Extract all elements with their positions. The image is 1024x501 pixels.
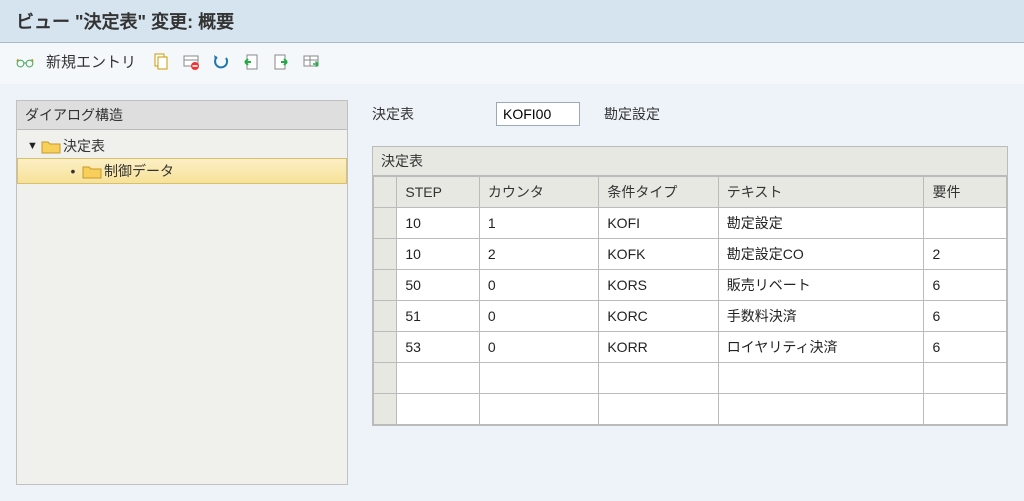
page-arrow-left-icon [242, 53, 260, 71]
cell-ctype[interactable]: KORC [599, 301, 718, 332]
row-selector[interactable] [374, 208, 397, 239]
deselect-all-button[interactable] [272, 53, 290, 71]
cell-ctype[interactable]: KORS [599, 270, 718, 301]
cell-text[interactable]: ロイヤリティ決済 [718, 332, 924, 363]
folder-icon [41, 139, 59, 153]
col-step-header[interactable]: STEP [397, 177, 480, 208]
col-counter-header[interactable]: カウンタ [479, 177, 598, 208]
grid-panel: 決定表 STEP カウンタ 条件タイプ テキスト 要件 101KOFI勘定設定1… [372, 146, 1008, 426]
page-title: ビュー "決定表" 変更: 概要 [0, 0, 1024, 43]
cell-req[interactable]: 6 [924, 332, 1007, 363]
cell-counter[interactable]: 0 [479, 270, 598, 301]
cell-req[interactable]: 6 [924, 301, 1007, 332]
table-row[interactable]: 500KORS販売リベート6 [374, 270, 1007, 301]
tree-node-decision-table[interactable]: ▼ 決定表 [17, 134, 347, 158]
undo-icon [212, 53, 230, 71]
cell-counter[interactable]: 0 [479, 332, 598, 363]
cell-text[interactable]: 手数料決済 [718, 301, 924, 332]
cell-text[interactable]: 販売リベート [718, 270, 924, 301]
undo-button[interactable] [212, 53, 230, 71]
cell-req[interactable]: 2 [924, 239, 1007, 270]
cell-step[interactable]: 10 [397, 208, 480, 239]
cell-counter[interactable]: 1 [479, 208, 598, 239]
display-toggle-button[interactable] [16, 53, 34, 71]
table-row-empty[interactable] [374, 394, 1007, 425]
cell-step[interactable]: 51 [397, 301, 480, 332]
table-row[interactable]: 530KORRロイヤリティ決済6 [374, 332, 1007, 363]
decision-table-desc: 勘定設定 [604, 104, 660, 124]
row-selector[interactable] [374, 239, 397, 270]
cell-text[interactable]: 勘定設定 [718, 208, 924, 239]
page-arrow-right-icon [272, 53, 290, 71]
copy-button[interactable] [152, 53, 170, 71]
right-panel: 決定表 勘定設定 決定表 STEP カウンタ 条件タイプ テキスト 要件 [372, 100, 1008, 485]
decision-table-grid[interactable]: STEP カウンタ 条件タイプ テキスト 要件 101KOFI勘定設定102KO… [373, 176, 1007, 425]
cell-ctype[interactable]: KORR [599, 332, 718, 363]
row-selector[interactable] [374, 301, 397, 332]
grid-header-row: STEP カウンタ 条件タイプ テキスト 要件 [374, 177, 1007, 208]
col-text-header[interactable]: テキスト [718, 177, 924, 208]
cell-counter[interactable]: 0 [479, 301, 598, 332]
tree-label: 制御データ [104, 161, 174, 181]
tree-body: ▼ 決定表 • 制御データ [17, 130, 347, 188]
tree-node-control-data[interactable]: • 制御データ [17, 158, 347, 184]
table-row-empty[interactable] [374, 363, 1007, 394]
select-all-button[interactable] [242, 53, 260, 71]
cell-step[interactable]: 53 [397, 332, 480, 363]
bullet-icon: • [68, 163, 78, 179]
delete-button[interactable] [182, 53, 200, 71]
configure-button[interactable] [302, 53, 320, 71]
cell-req[interactable]: 6 [924, 270, 1007, 301]
header-line: 決定表 勘定設定 [372, 100, 1008, 126]
decision-table-label: 決定表 [372, 104, 472, 124]
copy-pages-icon [152, 53, 170, 71]
decision-table-input[interactable] [496, 102, 580, 126]
cell-ctype[interactable]: KOFI [599, 208, 718, 239]
cell-req[interactable] [924, 208, 1007, 239]
caret-down-icon: ▼ [27, 140, 37, 152]
col-ctype-header[interactable]: 条件タイプ [599, 177, 718, 208]
cell-step[interactable]: 10 [397, 239, 480, 270]
tree-header: ダイアログ構造 [17, 101, 347, 130]
col-req-header[interactable]: 要件 [924, 177, 1007, 208]
row-selector[interactable] [374, 363, 397, 394]
folder-icon [82, 164, 100, 178]
table-row[interactable]: 101KOFI勘定設定 [374, 208, 1007, 239]
tree-label: 決定表 [63, 136, 105, 156]
delete-row-icon [182, 53, 200, 71]
row-selector[interactable] [374, 332, 397, 363]
table-row[interactable]: 102KOFK勘定設定CO2 [374, 239, 1007, 270]
toolbar: 新規エントリ [0, 43, 1024, 84]
cell-ctype[interactable]: KOFK [599, 239, 718, 270]
new-entry-label: 新規エントリ [46, 51, 136, 72]
row-selector[interactable] [374, 394, 397, 425]
table-settings-icon [302, 53, 320, 71]
grid-title: 決定表 [373, 147, 1007, 176]
dialog-structure-panel: ダイアログ構造 ▼ 決定表 • 制御データ [16, 100, 348, 485]
grid-select-all-header[interactable] [374, 177, 397, 208]
glasses-icon [16, 53, 34, 71]
cell-step[interactable]: 50 [397, 270, 480, 301]
row-selector[interactable] [374, 270, 397, 301]
cell-counter[interactable]: 2 [479, 239, 598, 270]
cell-text[interactable]: 勘定設定CO [718, 239, 924, 270]
content-area: ダイアログ構造 ▼ 決定表 • 制御データ 決定表 勘定設定 [0, 84, 1024, 501]
table-row[interactable]: 510KORC手数料決済6 [374, 301, 1007, 332]
